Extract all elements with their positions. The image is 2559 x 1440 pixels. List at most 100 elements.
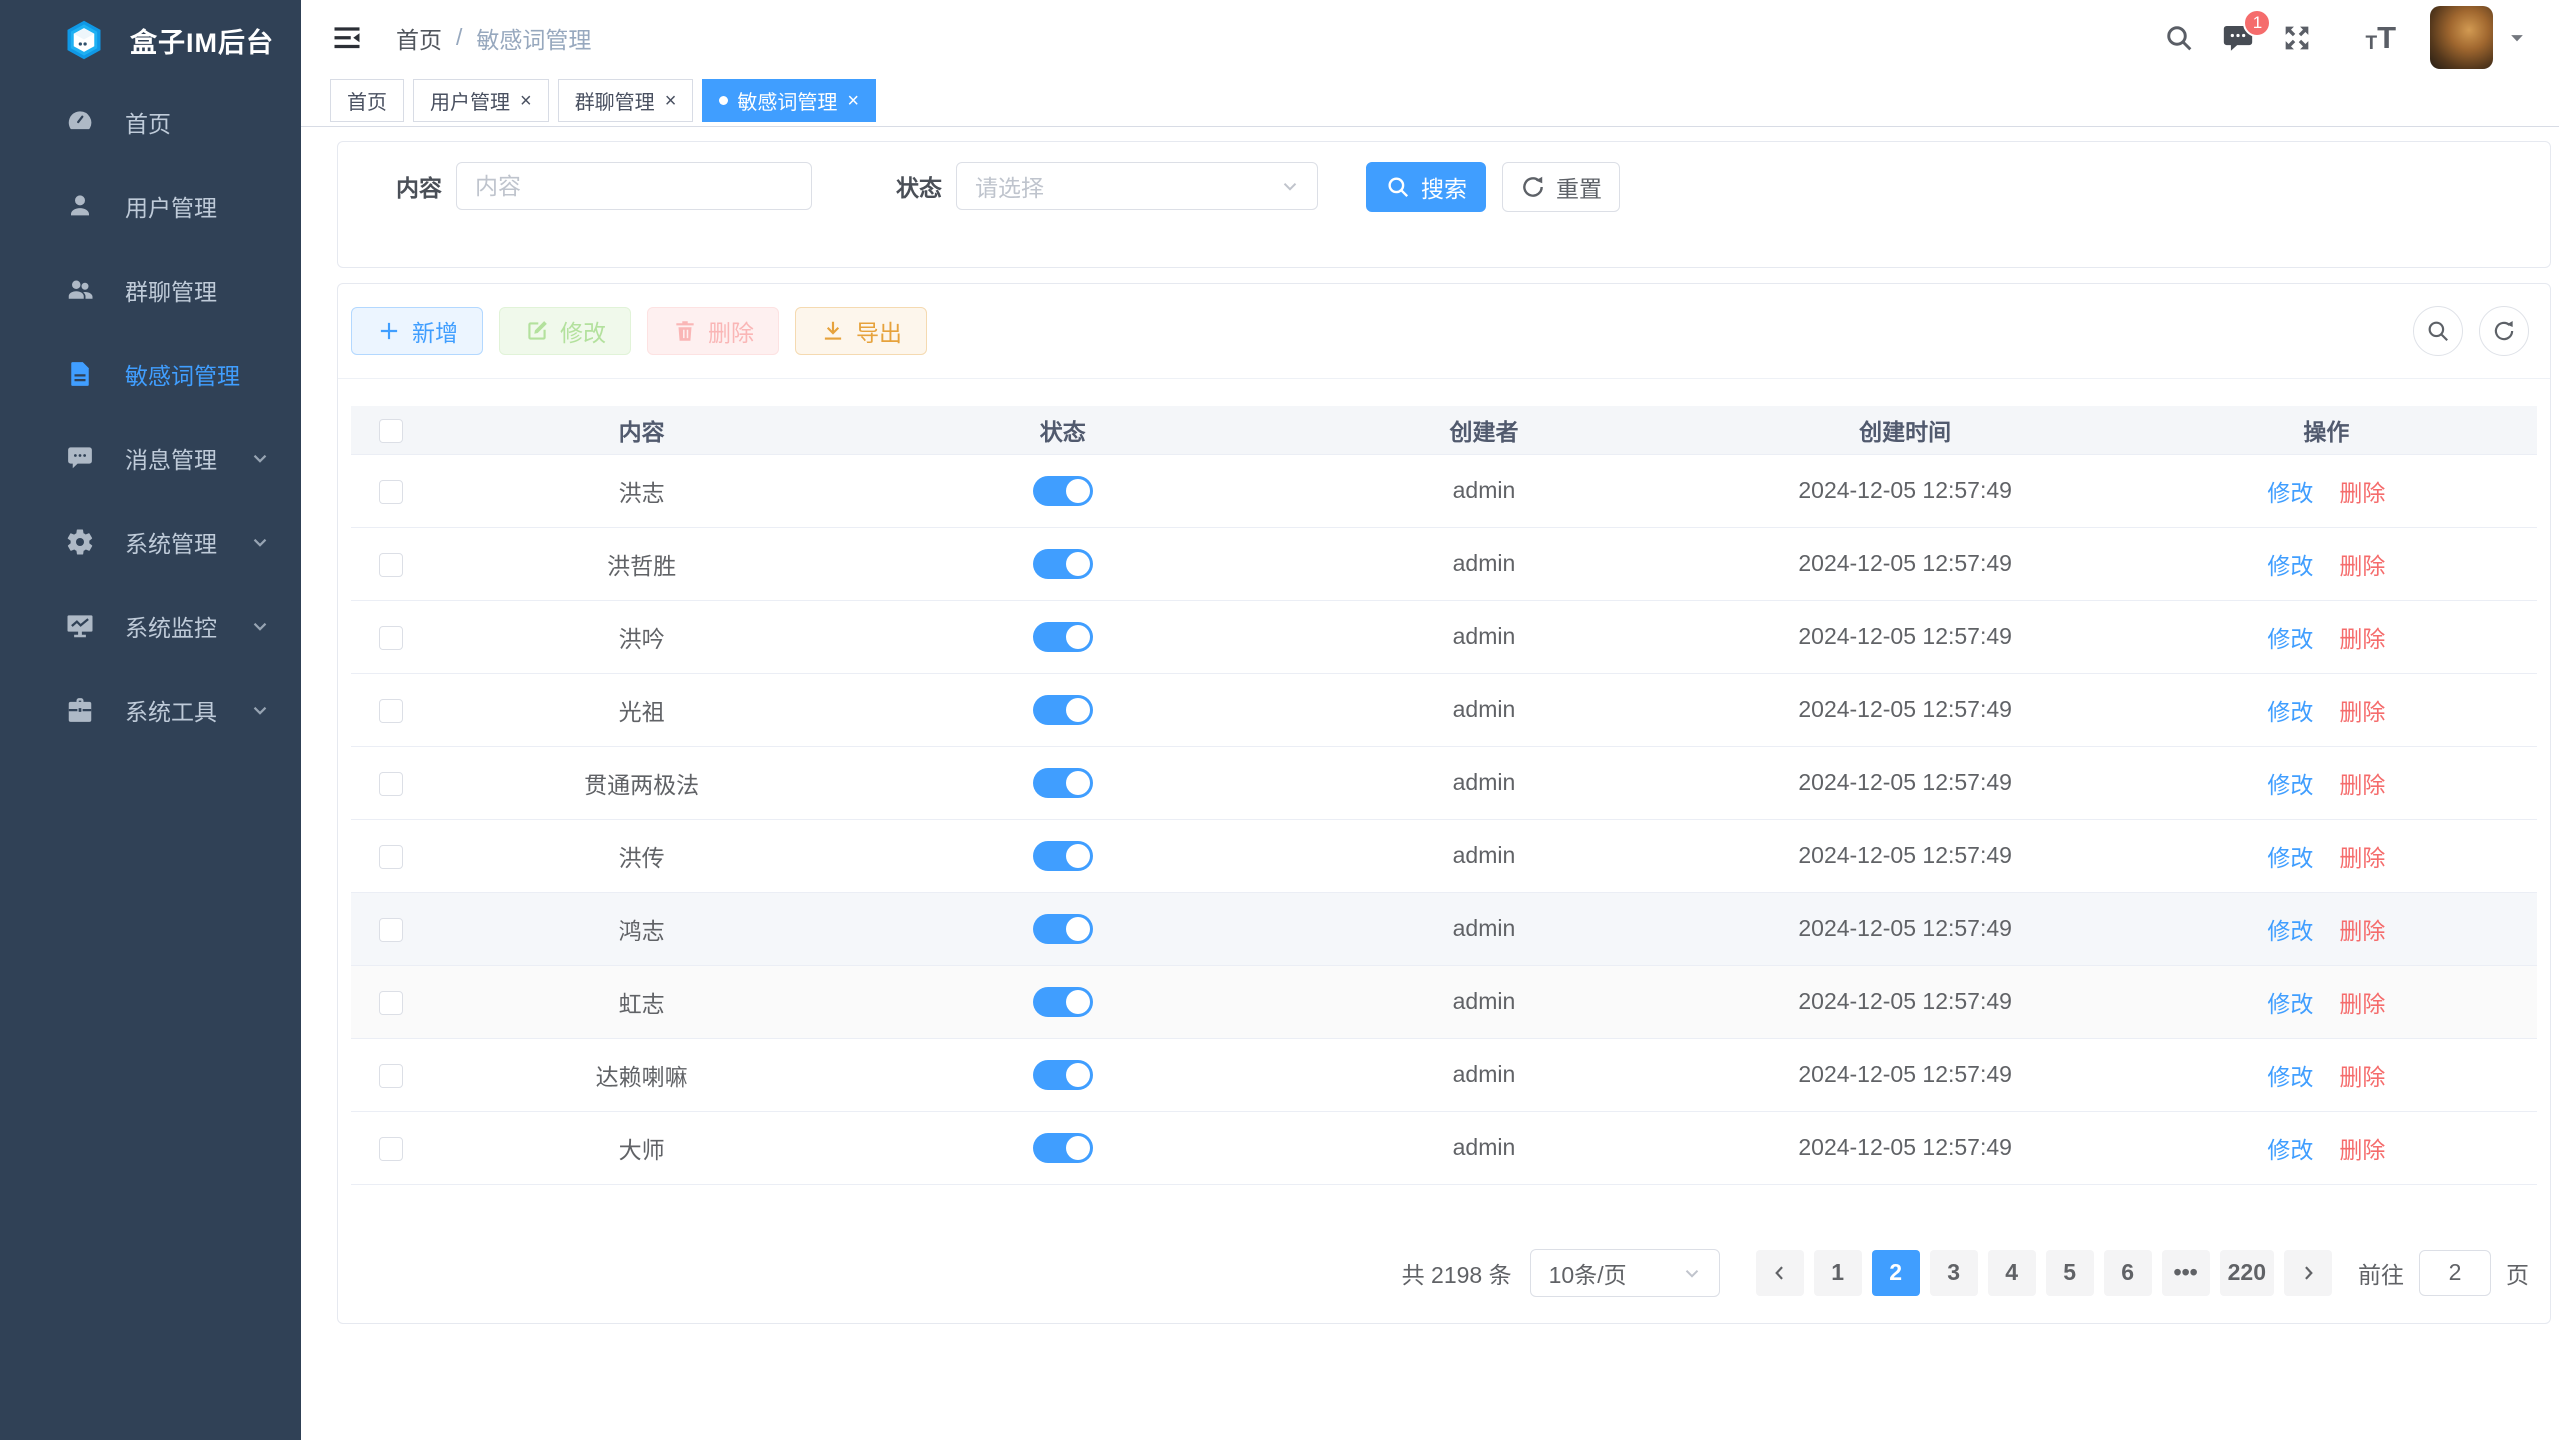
- add-button[interactable]: 新增: [351, 307, 483, 355]
- avatar[interactable]: [2430, 6, 2493, 69]
- status-select[interactable]: 请选择: [956, 162, 1318, 210]
- tab-home[interactable]: 首页: [330, 79, 404, 122]
- row-checkbox[interactable]: [379, 772, 403, 796]
- cell-creator: admin: [1273, 892, 1694, 965]
- more-pages-button[interactable]: •••: [2162, 1250, 2210, 1296]
- page-button[interactable]: 1: [1814, 1250, 1862, 1296]
- page-button[interactable]: 6: [2104, 1250, 2152, 1296]
- gear-icon: [65, 527, 95, 557]
- next-page-button[interactable]: [2284, 1250, 2332, 1296]
- download-icon: [820, 318, 846, 344]
- row-delete-link[interactable]: 删除: [2339, 553, 2385, 579]
- search-icon[interactable]: [2163, 22, 2195, 54]
- app-logo[interactable]: 盒子IM后台: [0, 0, 301, 80]
- row-checkbox[interactable]: [379, 699, 403, 723]
- fullscreen-icon[interactable]: [2281, 22, 2313, 54]
- row-checkbox[interactable]: [379, 918, 403, 942]
- search-button[interactable]: 搜索: [1366, 162, 1486, 212]
- row-edit-link[interactable]: 修改: [2267, 553, 2313, 579]
- app-logo-icon: [62, 18, 106, 62]
- page-size-select[interactable]: 10条/页: [1530, 1249, 1720, 1297]
- row-checkbox[interactable]: [379, 480, 403, 504]
- content-input[interactable]: [456, 162, 812, 210]
- sidebar-item-system-monitor[interactable]: 系统监控: [0, 584, 301, 668]
- status-toggle[interactable]: [1033, 768, 1093, 798]
- row-delete-link[interactable]: 删除: [2339, 918, 2385, 944]
- sidebar-item-messages[interactable]: 消息管理: [0, 416, 301, 500]
- row-checkbox[interactable]: [379, 845, 403, 869]
- status-toggle[interactable]: [1033, 1133, 1093, 1163]
- row-edit-link[interactable]: 修改: [2267, 991, 2313, 1017]
- row-edit-link[interactable]: 修改: [2267, 1064, 2313, 1090]
- edit-icon: [524, 318, 550, 344]
- close-icon[interactable]: ×: [520, 91, 532, 111]
- cell-created: 2024-12-05 12:57:49: [1695, 673, 2116, 746]
- row-delete-link[interactable]: 删除: [2339, 991, 2385, 1017]
- row-edit-link[interactable]: 修改: [2267, 699, 2313, 725]
- row-edit-link[interactable]: 修改: [2267, 772, 2313, 798]
- row-checkbox[interactable]: [379, 626, 403, 650]
- show-search-button[interactable]: [2413, 306, 2463, 356]
- reset-button[interactable]: 重置: [1502, 162, 1620, 212]
- status-toggle[interactable]: [1033, 841, 1093, 871]
- chevron-down-icon: [1681, 1262, 1703, 1284]
- plus-icon: [376, 318, 402, 344]
- table-card: 新增 修改 删除: [337, 283, 2551, 1324]
- row-checkbox[interactable]: [379, 553, 403, 577]
- status-toggle[interactable]: [1033, 1060, 1093, 1090]
- cell-content: 虹志: [431, 965, 852, 1038]
- row-delete-link[interactable]: 删除: [2339, 1064, 2385, 1090]
- tab-sensitive-words[interactable]: 敏感词管理 ×: [702, 79, 876, 122]
- row-edit-link[interactable]: 修改: [2267, 845, 2313, 871]
- search-icon: [1385, 174, 1411, 200]
- row-checkbox[interactable]: [379, 1137, 403, 1161]
- close-icon[interactable]: ×: [665, 91, 677, 111]
- status-toggle[interactable]: [1033, 549, 1093, 579]
- sidebar-item-home[interactable]: 首页: [0, 80, 301, 164]
- refresh-button[interactable]: [2479, 306, 2529, 356]
- page-button[interactable]: 3: [1930, 1250, 1978, 1296]
- page-button[interactable]: 5: [2046, 1250, 2094, 1296]
- sidebar-item-system-tools[interactable]: 系统工具: [0, 668, 301, 752]
- goto-page-input[interactable]: [2419, 1250, 2491, 1296]
- status-toggle[interactable]: [1033, 695, 1093, 725]
- sidebar-item-system-admin[interactable]: 系统管理: [0, 500, 301, 584]
- page-button[interactable]: 4: [1988, 1250, 2036, 1296]
- row-delete-link[interactable]: 删除: [2339, 480, 2385, 506]
- row-delete-link[interactable]: 删除: [2339, 845, 2385, 871]
- sidebar-collapse-icon[interactable]: [330, 23, 364, 53]
- tab-group-management[interactable]: 群聊管理 ×: [558, 79, 694, 122]
- sidebar-item-groups[interactable]: 群聊管理: [0, 248, 301, 332]
- delete-button[interactable]: 删除: [647, 307, 779, 355]
- row-edit-link[interactable]: 修改: [2267, 626, 2313, 652]
- page-button-active[interactable]: 2: [1872, 1250, 1920, 1296]
- tab-user-management[interactable]: 用户管理 ×: [413, 79, 549, 122]
- status-toggle[interactable]: [1033, 987, 1093, 1017]
- row-delete-link[interactable]: 删除: [2339, 626, 2385, 652]
- caret-down-icon[interactable]: [2507, 28, 2527, 48]
- export-button[interactable]: 导出: [795, 307, 927, 355]
- prev-page-button[interactable]: [1756, 1250, 1804, 1296]
- status-toggle[interactable]: [1033, 476, 1093, 506]
- row-edit-link[interactable]: 修改: [2267, 1137, 2313, 1163]
- table-row: 洪哲胜 admin 2024-12-05 12:57:49 修改删除: [351, 527, 2537, 600]
- row-checkbox[interactable]: [379, 991, 403, 1015]
- breadcrumb-home[interactable]: 首页: [396, 21, 442, 55]
- row-delete-link[interactable]: 删除: [2339, 772, 2385, 798]
- row-delete-link[interactable]: 删除: [2339, 699, 2385, 725]
- page-button[interactable]: 220: [2220, 1250, 2274, 1296]
- row-checkbox[interactable]: [379, 1064, 403, 1088]
- sidebar-item-users[interactable]: 用户管理: [0, 164, 301, 248]
- row-edit-link[interactable]: 修改: [2267, 918, 2313, 944]
- row-edit-link[interactable]: 修改: [2267, 480, 2313, 506]
- row-delete-link[interactable]: 删除: [2339, 1137, 2385, 1163]
- status-toggle[interactable]: [1033, 622, 1093, 652]
- message-icon[interactable]: 1: [2221, 21, 2255, 55]
- font-size-icon[interactable]: TT: [2365, 22, 2396, 53]
- close-icon[interactable]: ×: [847, 91, 859, 111]
- status-toggle[interactable]: [1033, 914, 1093, 944]
- sidebar-item-sensitive-words[interactable]: 敏感词管理: [0, 332, 301, 416]
- select-all-checkbox[interactable]: [379, 419, 403, 443]
- trash-icon: [672, 318, 698, 344]
- edit-button[interactable]: 修改: [499, 307, 631, 355]
